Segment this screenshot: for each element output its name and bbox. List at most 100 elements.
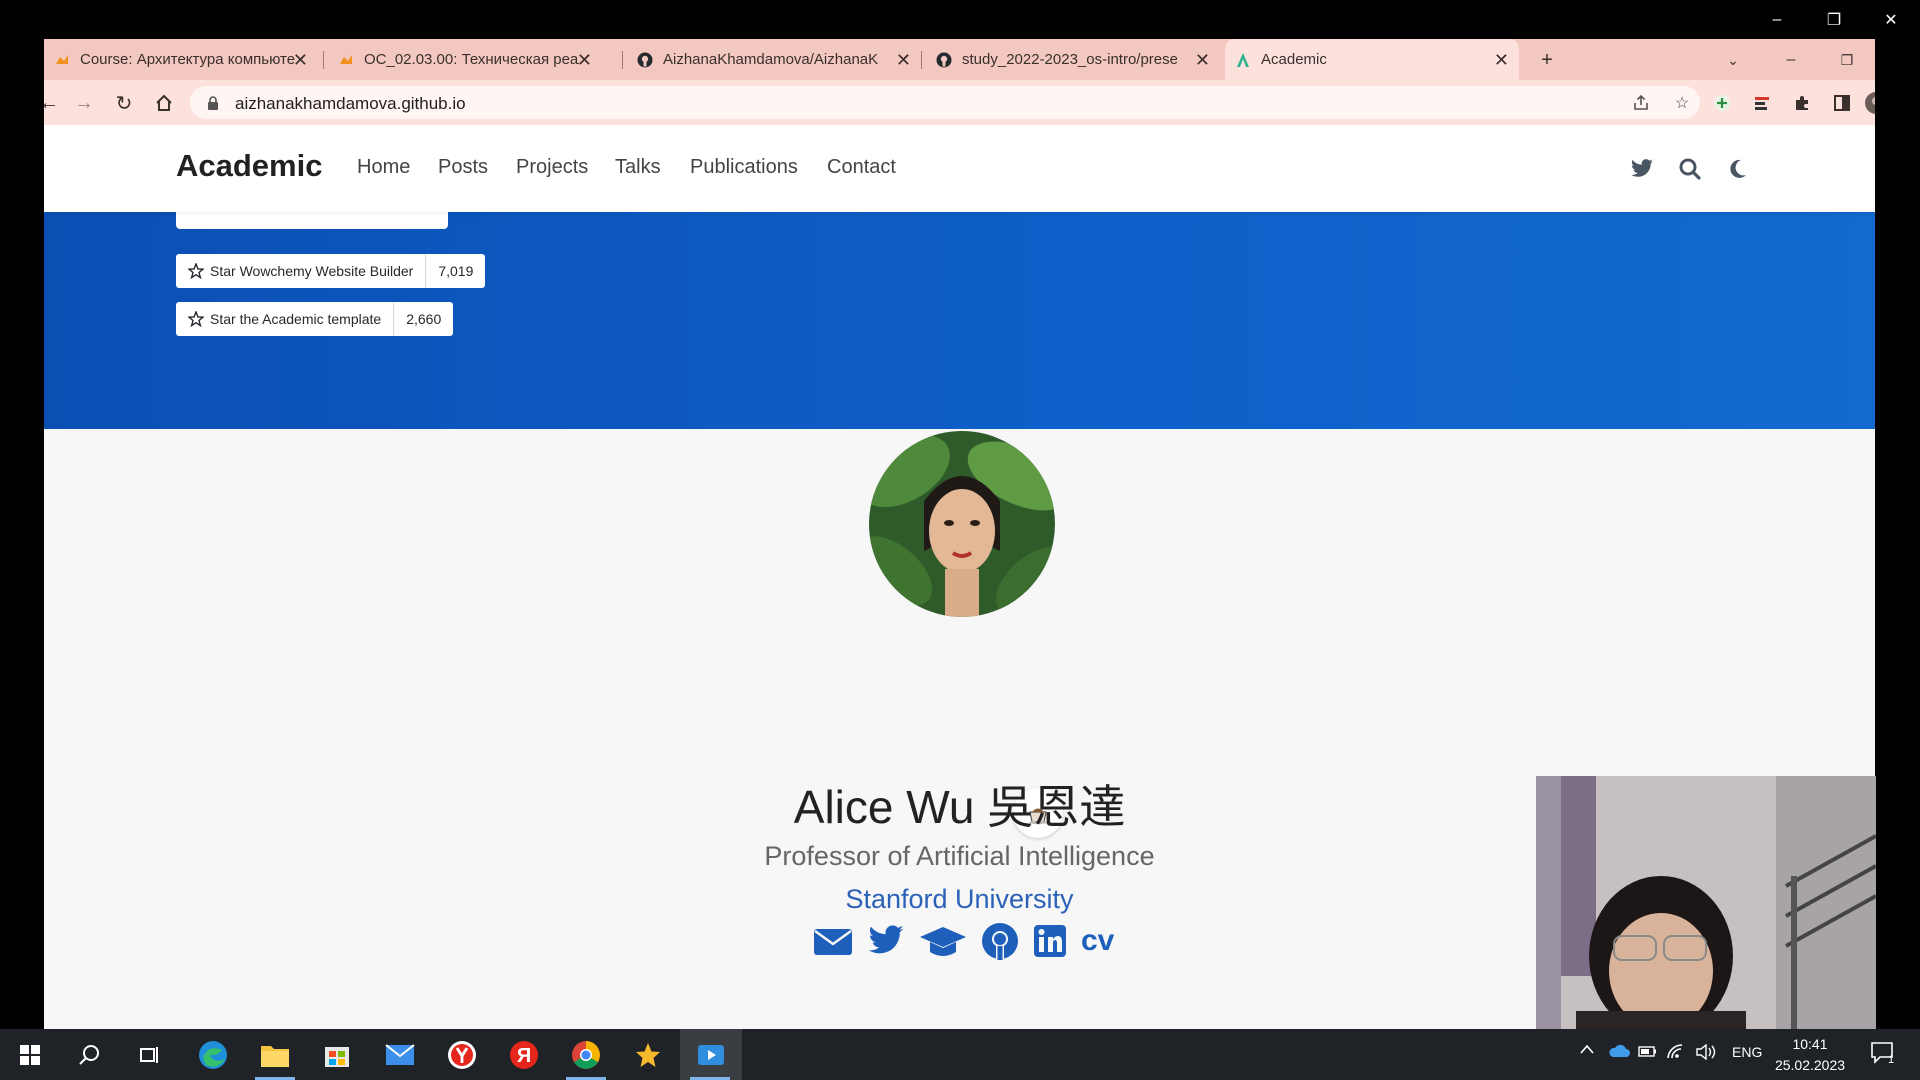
site-brand[interactable]: Academic bbox=[176, 148, 322, 184]
media-app-icon[interactable] bbox=[680, 1029, 742, 1080]
share-icon[interactable] bbox=[1630, 92, 1652, 114]
onedrive-cloud-icon[interactable] bbox=[1608, 1044, 1630, 1058]
extension-reader-icon[interactable] bbox=[1749, 90, 1775, 116]
notification-icon[interactable]: 1 bbox=[1870, 1041, 1896, 1065]
site-navbar: Academic Home Posts Projects Talks Publi… bbox=[44, 125, 1875, 212]
twitter-icon[interactable] bbox=[1628, 155, 1656, 183]
url-text: aizhanakhamdamova.github.io bbox=[235, 94, 466, 113]
close-icon[interactable]: ✕ bbox=[1494, 50, 1509, 71]
svg-text:Я: Я bbox=[517, 1045, 531, 1067]
academic-icon bbox=[1235, 52, 1251, 68]
wifi-icon[interactable] bbox=[1666, 1044, 1684, 1060]
tab-os-course[interactable]: ОС_02.03.00: Техническая реали ✕ bbox=[328, 39, 602, 80]
minimize-window-button[interactable]: – bbox=[1757, 8, 1797, 32]
tab-separator bbox=[921, 51, 922, 69]
tab-title: ОС_02.03.00: Техническая реали bbox=[364, 51, 579, 68]
restore-icon[interactable]: ❐ bbox=[1834, 47, 1860, 73]
tab-title: AizhanaKhamdamova/AizhanaKh bbox=[663, 51, 878, 68]
yandex-browser-icon[interactable] bbox=[432, 1029, 492, 1080]
webcam-overlay bbox=[1536, 776, 1876, 1029]
github-star-wowchemy-button[interactable]: Star Wowchemy Website Builder 7,019 bbox=[176, 254, 486, 288]
clock-time: 10:41 bbox=[1792, 1036, 1828, 1052]
close-icon[interactable]: ✕ bbox=[293, 50, 308, 71]
windows-start-icon[interactable] bbox=[0, 1029, 60, 1080]
star-icon bbox=[188, 263, 204, 279]
new-tab-button[interactable]: + bbox=[1534, 47, 1560, 73]
back-icon[interactable]: ← bbox=[44, 90, 62, 116]
nav-link-home[interactable]: Home bbox=[357, 156, 410, 179]
tab-bar: Course: Архитектура компьютер ✕ ОС_02.03… bbox=[44, 39, 1875, 80]
star-count[interactable]: 7,019 bbox=[426, 254, 485, 288]
tab-github-presentation[interactable]: study_2022-2023_os-intro/prese ✕ bbox=[926, 39, 1220, 80]
github-star-academic-button[interactable]: Star the Academic template 2,660 bbox=[176, 302, 454, 336]
search-icon[interactable] bbox=[60, 1029, 120, 1080]
bookmark-star-icon[interactable]: ☆ bbox=[1671, 92, 1693, 114]
tab-separator bbox=[622, 51, 623, 69]
envelope-icon[interactable] bbox=[813, 921, 853, 961]
close-icon[interactable]: ✕ bbox=[577, 50, 592, 71]
tab-title: study_2022-2023_os-intro/prese bbox=[962, 51, 1177, 68]
github-icon bbox=[637, 52, 653, 68]
address-bar: ← → ↻ aizhanakhamdamova.github.io ☆ bbox=[44, 80, 1875, 125]
close-icon[interactable]: ✕ bbox=[896, 50, 911, 71]
restore-window-button[interactable]: ❐ bbox=[1814, 8, 1854, 32]
twitter-icon[interactable] bbox=[867, 921, 905, 961]
star-count[interactable]: 2,660 bbox=[394, 302, 453, 336]
lock-icon bbox=[202, 92, 224, 114]
extension-green-icon[interactable] bbox=[1709, 90, 1735, 116]
star-app-icon[interactable] bbox=[618, 1029, 678, 1080]
moon-icon[interactable] bbox=[1724, 155, 1752, 183]
side-panel-icon[interactable] bbox=[1829, 90, 1855, 116]
taskbar: Я ENG 10:41 25.02.2023 1 bbox=[0, 1029, 1920, 1080]
tab-github-repo[interactable]: AizhanaKhamdamova/AizhanaKh ✕ bbox=[627, 39, 921, 80]
language-indicator[interactable]: ENG bbox=[1732, 1044, 1762, 1060]
moodle-icon bbox=[338, 52, 354, 68]
profile-avatar-icon[interactable] bbox=[1863, 90, 1875, 116]
close-icon[interactable]: ✕ bbox=[1195, 50, 1210, 71]
avatar bbox=[869, 431, 1055, 617]
yandex-icon[interactable]: Я bbox=[494, 1029, 554, 1080]
minimize-icon[interactable]: – bbox=[1778, 47, 1804, 73]
chevron-up-icon[interactable] bbox=[1580, 1044, 1594, 1054]
system-clock[interactable]: 10:41 25.02.2023 bbox=[1760, 1034, 1860, 1076]
github-button-label: Star Wowchemy Website Builder bbox=[210, 263, 414, 279]
clock-date: 25.02.2023 bbox=[1774, 1057, 1846, 1073]
task-view-icon[interactable] bbox=[120, 1029, 180, 1080]
tab-title: Academic bbox=[1261, 51, 1327, 68]
reload-icon[interactable]: ↻ bbox=[111, 90, 137, 116]
edge-icon[interactable] bbox=[183, 1029, 243, 1080]
nav-link-posts[interactable]: Posts bbox=[438, 156, 488, 179]
search-icon[interactable] bbox=[1676, 155, 1704, 183]
tab-separator bbox=[323, 51, 324, 69]
omnibox[interactable]: aizhanakhamdamova.github.io ☆ bbox=[190, 86, 1700, 119]
tab-course[interactable]: Course: Архитектура компьютер ✕ bbox=[44, 39, 318, 80]
tab-title: Course: Архитектура компьютер bbox=[80, 51, 295, 68]
linkedin-icon[interactable] bbox=[1033, 921, 1067, 961]
tab-academic[interactable]: Academic ✕ bbox=[1225, 39, 1519, 80]
nav-link-projects[interactable]: Projects bbox=[516, 156, 588, 179]
github-button-label: Star the Academic template bbox=[210, 311, 382, 327]
mail-icon[interactable] bbox=[370, 1029, 430, 1080]
file-explorer-icon[interactable] bbox=[245, 1029, 305, 1080]
cv-link[interactable]: cv bbox=[1081, 921, 1114, 961]
forward-icon[interactable]: → bbox=[71, 90, 97, 116]
notification-count: 1 bbox=[1888, 1054, 1894, 1065]
nav-link-talks[interactable]: Talks bbox=[615, 156, 661, 179]
close-window-button[interactable]: ✕ bbox=[1871, 8, 1911, 32]
github-icon[interactable] bbox=[981, 921, 1019, 961]
moodle-icon bbox=[54, 52, 70, 68]
social-links: cv bbox=[813, 921, 1114, 961]
store-icon[interactable] bbox=[307, 1029, 367, 1080]
nav-link-contact[interactable]: Contact bbox=[827, 156, 896, 179]
hero-button-remnant bbox=[176, 212, 448, 229]
volume-icon[interactable] bbox=[1695, 1044, 1717, 1060]
puzzle-icon[interactable] bbox=[1789, 90, 1815, 116]
chrome-icon[interactable] bbox=[556, 1029, 616, 1080]
battery-icon[interactable] bbox=[1638, 1044, 1658, 1058]
github-icon bbox=[936, 52, 952, 68]
home-icon[interactable] bbox=[151, 90, 177, 116]
nav-link-publications[interactable]: Publications bbox=[690, 156, 798, 179]
tab-search-chevron-down-icon[interactable]: ⌄ bbox=[1720, 47, 1746, 73]
hero-section: Star Wowchemy Website Builder 7,019 Star… bbox=[44, 212, 1875, 429]
graduation-cap-icon[interactable] bbox=[919, 921, 967, 961]
